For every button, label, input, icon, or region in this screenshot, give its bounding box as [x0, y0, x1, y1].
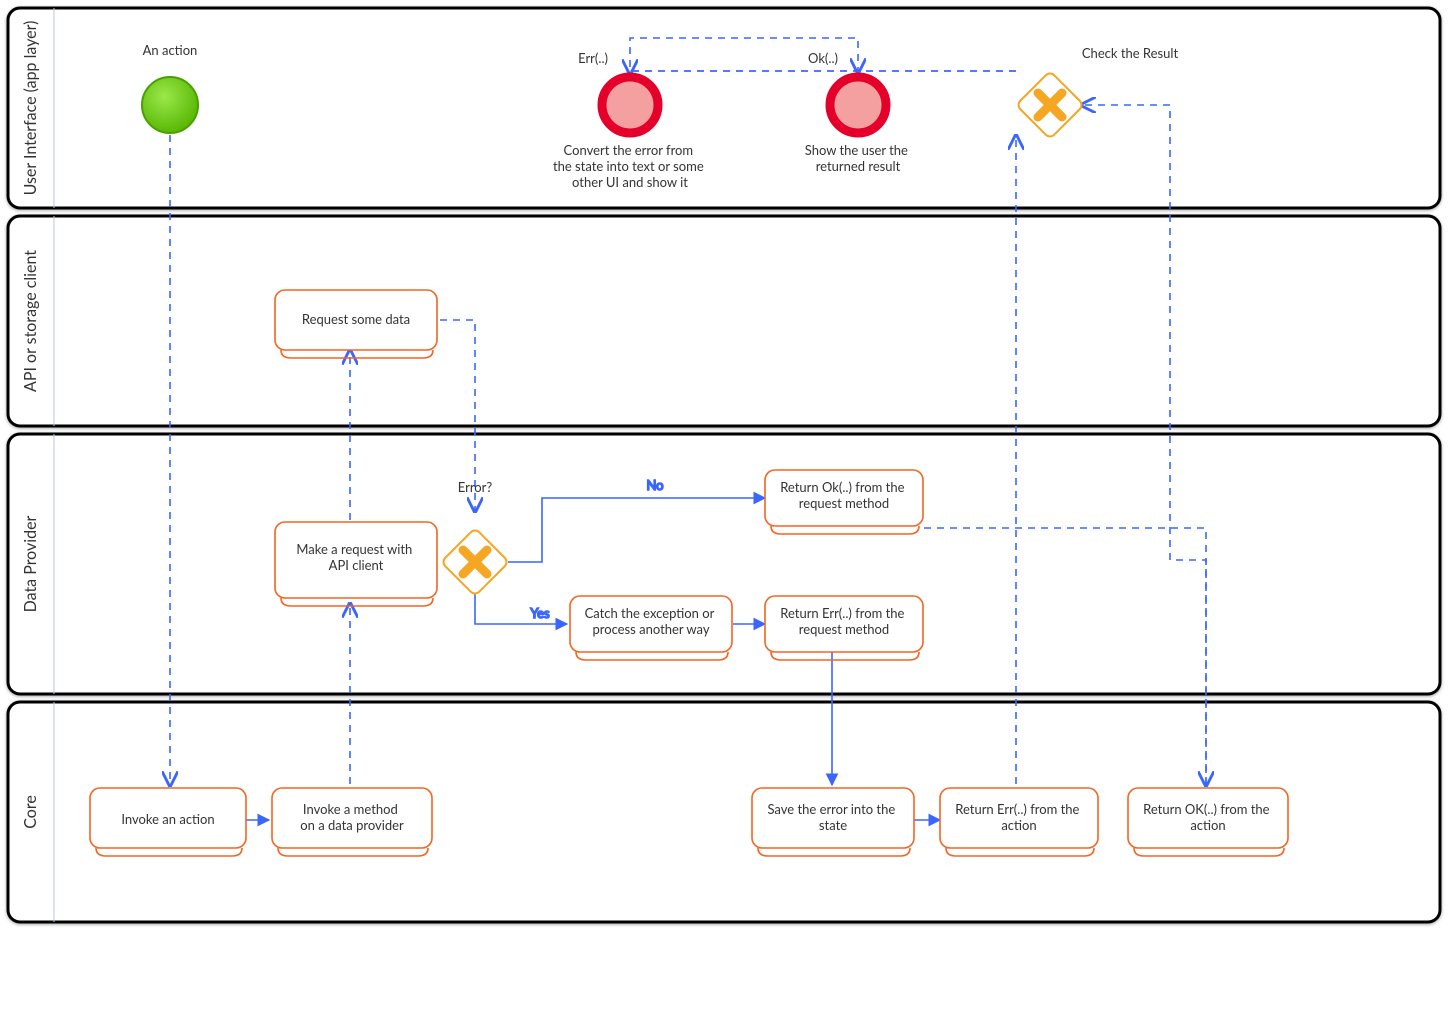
lane-dp: Data Provider: [8, 434, 1440, 694]
end-err-top: Err(..): [578, 50, 608, 66]
lane-api: API or storage client: [8, 216, 1440, 426]
edge-yes-label: Yes: [530, 605, 550, 621]
lane-api-title: API or storage client: [21, 250, 40, 392]
start-event-label: An action: [143, 42, 198, 58]
task-invoke-action: Invoke an action: [90, 788, 246, 856]
task-return-err-request: Return Err(..) from the request method: [765, 596, 923, 660]
task-make-request: Make a request with API client: [275, 522, 437, 606]
task-invoke-method: Invoke a method on a data provider: [272, 788, 432, 856]
task-invoke-action-label: Invoke an action: [121, 811, 214, 827]
task-request-data-label: Request some data: [302, 311, 410, 327]
lane-core-title: Core: [21, 795, 40, 829]
lane-ui-title: User Interface (app layer): [21, 21, 40, 196]
gateway-check-label: Check the Result: [1082, 45, 1179, 61]
start-event: An action: [142, 42, 198, 133]
task-catch-exception: Catch the exception or process another w…: [570, 596, 732, 660]
task-request-data: Request some data: [275, 290, 437, 358]
end-err-bottom: Convert the error from the state into te…: [553, 142, 707, 190]
task-invoke-method-label: Invoke a method on a data provider: [300, 801, 404, 833]
gateway-error-label: Error?: [458, 479, 493, 495]
lane-dp-title: Data Provider: [21, 515, 40, 612]
task-return-ok-request: Return Ok(..) from the request method: [765, 470, 923, 534]
task-return-ok-action: Return OK(..) from the action: [1128, 788, 1288, 856]
edge-no-label: No: [646, 477, 663, 493]
end-ok-bottom: Show the user the returned result: [805, 142, 911, 174]
end-ok-top: Ok(..): [808, 50, 838, 66]
task-save-error: Save the error into the state: [752, 788, 914, 856]
task-return-err-action: Return Err(..) from the action: [940, 788, 1098, 856]
task-catch-exception-label: Catch the exception or process another w…: [585, 605, 718, 637]
task-return-ok-request-label: Return Ok(..) from the request method: [780, 479, 908, 511]
task-return-err-request-label: Return Err(..) from the request method: [780, 605, 907, 637]
